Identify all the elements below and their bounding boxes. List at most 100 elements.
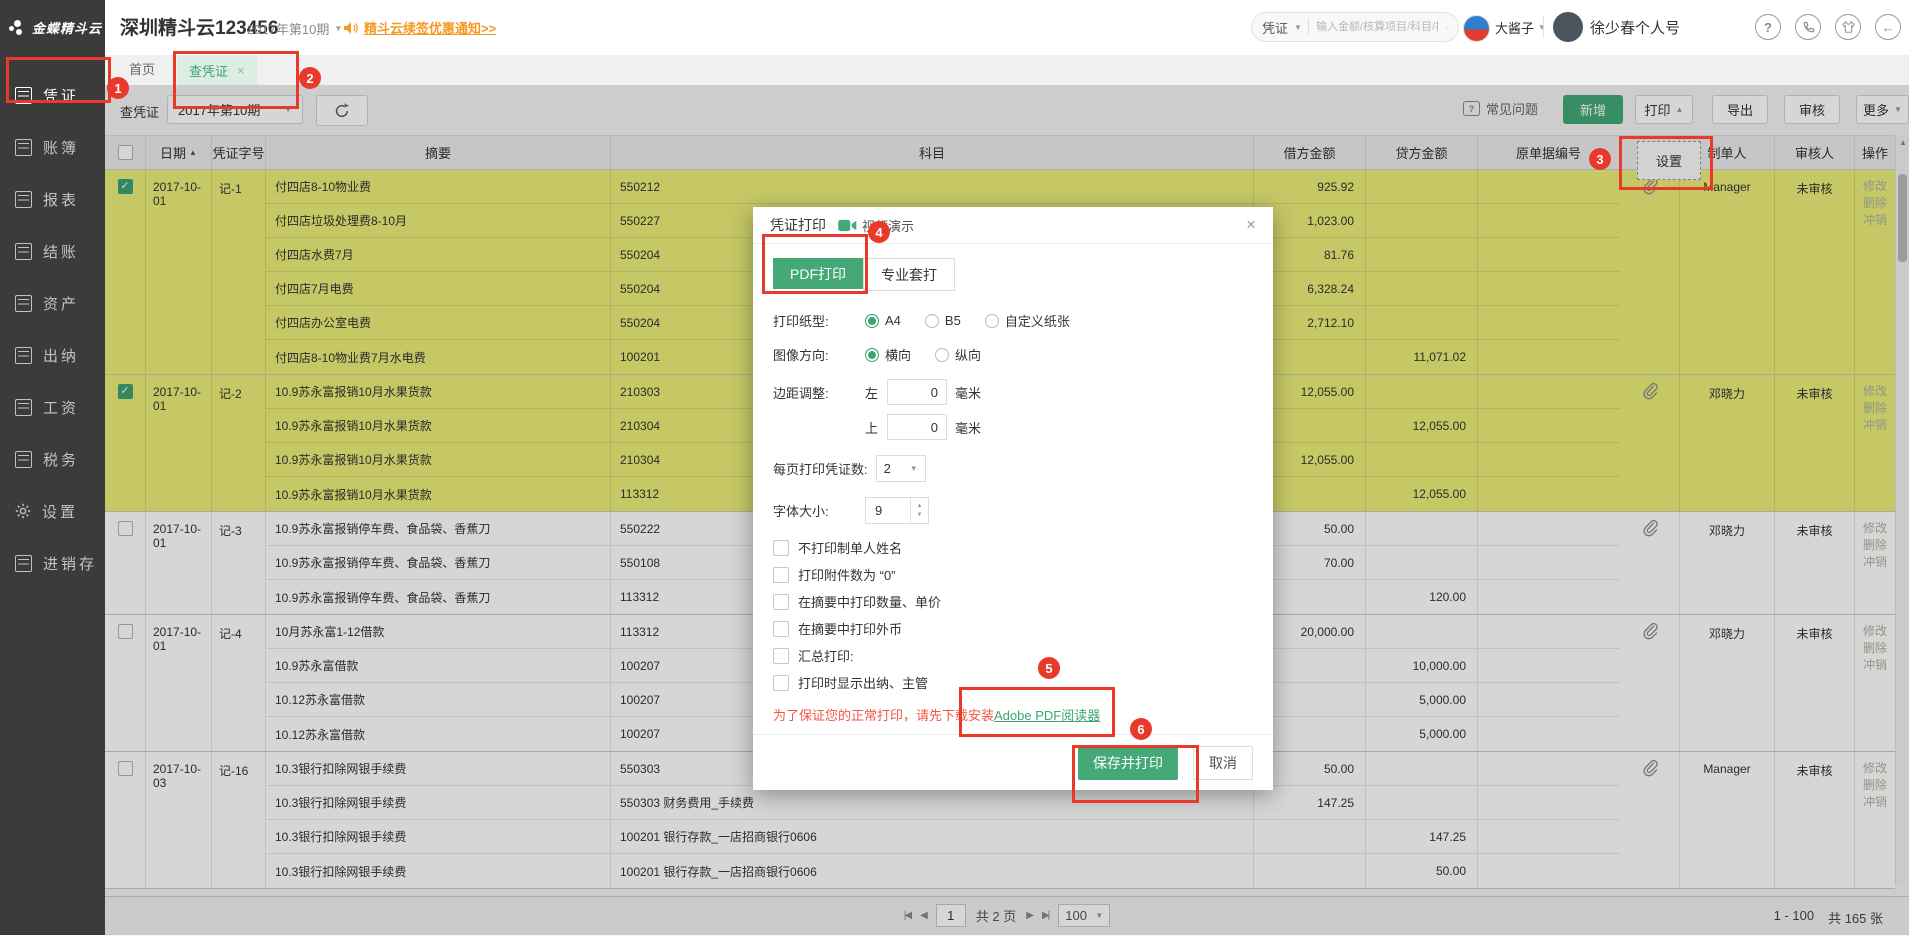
sidebar-item-label: 资产: [43, 293, 79, 314]
stepper-arrows[interactable]: ▲▼: [910, 498, 928, 523]
chevron-down-icon: ▼: [1538, 23, 1546, 32]
global-search: 凭证 ▼: [1251, 12, 1459, 42]
print-option-label: 打印附件数为 “0”: [798, 565, 896, 584]
print-option-label: 在摘要中打印外币: [798, 619, 902, 638]
cancel-button[interactable]: 取消: [1193, 746, 1253, 780]
sidebar-item-凭证[interactable]: 凭证: [0, 69, 105, 121]
font-size-value: 9: [875, 503, 882, 518]
sidebar-item-账簿[interactable]: 账簿: [0, 121, 105, 173]
sidebar-item-进销存[interactable]: 进销存: [0, 537, 105, 589]
pdf-reader-note: 为了保证您的正常打印，请先下载安装Adobe PDF阅读器: [773, 705, 1253, 724]
sidebar-item-资产[interactable]: 资产: [0, 277, 105, 329]
margin-unit: 毫米: [955, 383, 981, 402]
radio-icon[interactable]: [865, 348, 879, 362]
checkbox-icon[interactable]: [773, 621, 789, 637]
per-page-select[interactable]: 2 ▼: [876, 455, 926, 482]
voucher-icon: [15, 87, 32, 104]
margin-left-input[interactable]: [887, 379, 947, 405]
sidebar-item-税务[interactable]: 税务: [0, 433, 105, 485]
print-option[interactable]: 打印时显示出纳、主管: [773, 669, 1253, 696]
gear-icon: [15, 503, 31, 519]
checkbox-icon[interactable]: [773, 648, 789, 664]
checkbox-icon[interactable]: [773, 594, 789, 610]
chevron-up-icon[interactable]: ▲: [917, 503, 923, 509]
radio-icon[interactable]: [935, 348, 949, 362]
chevron-down-icon[interactable]: ▼: [1294, 23, 1302, 32]
orientation-options: 横向 纵向: [865, 345, 1005, 364]
radio-label: A4: [885, 313, 901, 328]
radio-icon[interactable]: [985, 314, 999, 328]
margin-left-label: 左: [865, 383, 887, 402]
print-option[interactable]: 打印附件数为 “0”: [773, 561, 1253, 588]
radio-icon[interactable]: [925, 314, 939, 328]
tab-home[interactable]: 首页: [115, 55, 169, 85]
search-input[interactable]: [1314, 20, 1440, 34]
theme-button[interactable]: [1835, 14, 1861, 40]
sidebar-item-设置[interactable]: 设置: [0, 485, 105, 537]
save-and-print-button[interactable]: 保存并打印: [1078, 746, 1178, 780]
radio-icon[interactable]: [865, 314, 879, 328]
topbar: 深圳精斗云123456 2017年第10期 ▼ 精斗云续签优惠通知>> 凭证 ▼…: [105, 0, 1909, 56]
radio-option-A4[interactable]: A4: [865, 311, 901, 330]
paper-type-options: A4 B5 自定义纸张: [865, 311, 1094, 330]
checkbox-icon[interactable]: [773, 567, 789, 583]
tab-pdf-print[interactable]: PDF打印: [773, 258, 863, 289]
avatar[interactable]: [1463, 15, 1490, 42]
chevron-down-icon[interactable]: ▼: [917, 512, 923, 518]
search-icon[interactable]: [1446, 20, 1448, 35]
period-selector[interactable]: 2017年第10期 ▼: [247, 19, 342, 38]
help-button[interactable]: ?: [1755, 14, 1781, 40]
radio-option-纵向[interactable]: 纵向: [935, 345, 981, 364]
logo-dots-icon: [9, 20, 25, 36]
checkbox-icon[interactable]: [773, 675, 789, 691]
print-option[interactable]: 汇总打印:: [773, 642, 1253, 669]
tab-view-voucher[interactable]: 查凭证 ×: [177, 55, 257, 85]
sidebar-item-结账[interactable]: 结账: [0, 225, 105, 277]
margin-unit: 毫米: [955, 418, 981, 437]
user-menu[interactable]: 大酱子 ▼: [1495, 18, 1546, 37]
avatar[interactable]: [1553, 12, 1583, 42]
dialog-body: PDF打印 专业套打 打印纸型: A4B5自定义纸张 图像方向: 横向纵向 边距…: [753, 244, 1273, 724]
font-size-row: 字体大小: 9 ▲▼: [773, 497, 1253, 524]
close-icon[interactable]: ×: [237, 63, 245, 78]
adobe-pdf-reader-link[interactable]: Adobe PDF阅读器: [994, 708, 1100, 723]
report-icon: [15, 191, 32, 208]
tab-list-chevron-icon[interactable]: ▼: [301, 66, 310, 76]
cashier-icon: [15, 347, 32, 364]
font-size-stepper[interactable]: 9 ▲▼: [865, 497, 929, 524]
radio-option-横向[interactable]: 横向: [865, 345, 911, 364]
radio-label: B5: [945, 313, 961, 328]
radio-label: 自定义纸张: [1005, 311, 1070, 330]
notice-banner[interactable]: 精斗云续签优惠通知>>: [343, 18, 496, 37]
sidebar-item-label: 出纳: [43, 345, 79, 366]
radio-option-B5[interactable]: B5: [925, 311, 961, 330]
checkbox-icon[interactable]: [773, 540, 789, 556]
notice-link[interactable]: 精斗云续签优惠通知>>: [364, 18, 496, 37]
chevron-down-icon: ▼: [334, 24, 342, 33]
tab-pro-print[interactable]: 专业套打: [863, 258, 955, 291]
sidebar-item-工资[interactable]: 工资: [0, 381, 105, 433]
search-category[interactable]: 凭证: [1262, 18, 1288, 37]
dialog-title: 凭证打印: [770, 215, 826, 235]
note-text: 为了保证您的正常打印，请先下载安装: [773, 708, 994, 723]
phone-button[interactable]: [1795, 14, 1821, 40]
sidebar-item-出纳[interactable]: 出纳: [0, 329, 105, 381]
sidebar-item-报表[interactable]: 报表: [0, 173, 105, 225]
sidebar-item-label: 税务: [43, 449, 79, 470]
video-camera-icon: [838, 219, 857, 232]
payroll-icon: [15, 399, 32, 416]
tax-icon: [15, 451, 32, 468]
print-option[interactable]: 在摘要中打印数量、单价: [773, 588, 1253, 615]
font-size-label: 字体大小:: [773, 501, 865, 520]
radio-option-自定义纸张[interactable]: 自定义纸张: [985, 311, 1070, 330]
shirt-icon: [1835, 14, 1861, 40]
exit-button[interactable]: ←: [1875, 14, 1901, 40]
print-option[interactable]: 不打印制单人姓名: [773, 534, 1253, 561]
video-demo-link[interactable]: 视频演示: [838, 216, 914, 235]
print-option[interactable]: 在摘要中打印外币: [773, 615, 1253, 642]
margin-top-input[interactable]: [887, 414, 947, 440]
radio-label: 横向: [885, 345, 911, 364]
close-icon[interactable]: ×: [1246, 215, 1256, 235]
print-option-label: 在摘要中打印数量、单价: [798, 592, 941, 611]
sidebar: 金蝶精斗云 凭证账簿报表结账资产出纳工资税务设置进销存: [0, 0, 105, 935]
